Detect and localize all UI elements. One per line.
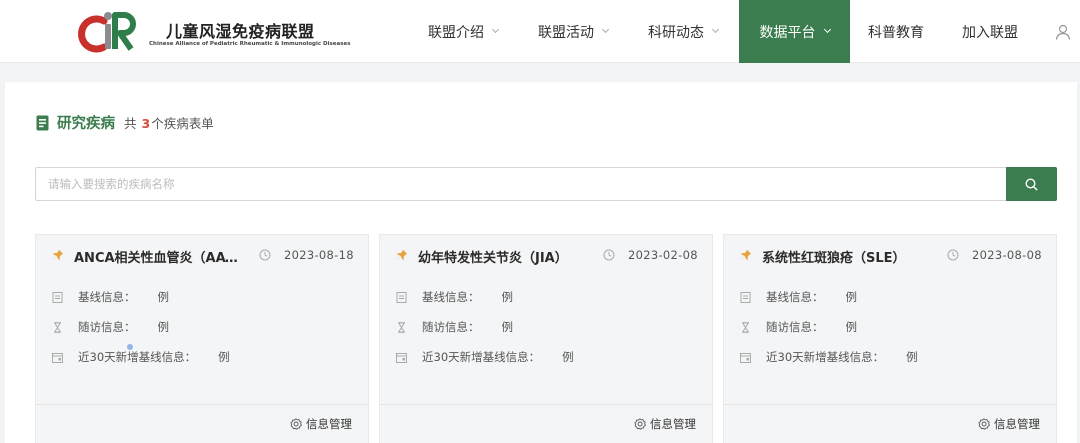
hourglass-icon bbox=[397, 321, 406, 333]
chevron-down-icon bbox=[711, 25, 720, 34]
manage-label: 信息管理 bbox=[994, 417, 1040, 431]
search-input[interactable] bbox=[36, 168, 1006, 200]
nav-item-label: 加入联盟 bbox=[962, 24, 1018, 41]
followup-row: 随访信息： 例 bbox=[396, 319, 513, 335]
row-unit: 例 bbox=[157, 320, 170, 334]
chevron-down-icon bbox=[823, 25, 831, 34]
gear-icon bbox=[634, 418, 646, 430]
card-footer: 信息管理 bbox=[380, 404, 712, 443]
chevron-down-icon bbox=[601, 25, 610, 34]
cir-logo[interactable] bbox=[78, 8, 138, 58]
card-title[interactable]: ANCA相关性血管炎（AAV） bbox=[74, 247, 244, 266]
chevron-down-icon bbox=[491, 25, 500, 34]
document-icon bbox=[52, 291, 63, 303]
nav-item-research-news[interactable]: 科研动态 bbox=[632, 0, 734, 63]
row-label: 随访信息： bbox=[422, 320, 480, 334]
card-date: 2023-08-08 bbox=[972, 248, 1042, 262]
card-date: 2023-02-08 bbox=[628, 248, 698, 262]
pin-icon bbox=[396, 249, 408, 261]
row-unit: 例 bbox=[501, 290, 514, 304]
calendar-icon bbox=[396, 352, 407, 363]
followup-row: 随访信息： 例 bbox=[52, 319, 169, 335]
card-title[interactable]: 幼年特发性关节炎（JIA） bbox=[418, 247, 568, 266]
nav-item-label: 联盟介绍 bbox=[428, 24, 484, 41]
cursor-dot bbox=[127, 344, 133, 350]
followup-row: 随访信息： 例 bbox=[740, 319, 857, 335]
search-icon bbox=[1025, 177, 1038, 191]
nav-item-data-platform[interactable]: 数据平台 bbox=[739, 0, 850, 63]
calendar-icon bbox=[52, 352, 63, 363]
row-unit: 例 bbox=[157, 290, 170, 304]
document-icon bbox=[740, 291, 751, 303]
search-button[interactable] bbox=[1006, 167, 1057, 201]
clock-icon bbox=[259, 249, 271, 261]
disease-card-aav: ANCA相关性血管炎（AAV） 2023-08-18 基线信息： 例 随访信息：… bbox=[35, 234, 369, 443]
nav-item-label: 数据平台 bbox=[759, 24, 816, 41]
user-icon[interactable] bbox=[1055, 24, 1071, 40]
manage-info-button[interactable]: 信息管理 bbox=[290, 416, 352, 432]
row-label: 基线信息： bbox=[78, 290, 136, 304]
brand-name-en: Chinese Alliance of Pediatric Rheumatic … bbox=[149, 41, 351, 47]
row-label: 随访信息： bbox=[78, 320, 136, 334]
pin-icon bbox=[52, 249, 64, 261]
nav-item-join-alliance[interactable]: 加入联盟 bbox=[950, 0, 1030, 63]
section-title: 研究疾病 bbox=[57, 116, 115, 132]
row-label: 近30天新增基线信息： bbox=[78, 350, 197, 364]
search-bar bbox=[35, 167, 1057, 201]
new-baseline-row: 近30天新增基线信息： 例 bbox=[52, 349, 230, 365]
row-unit: 例 bbox=[501, 320, 514, 334]
nav-item-label: 联盟活动 bbox=[538, 24, 594, 41]
manage-info-button[interactable]: 信息管理 bbox=[634, 416, 696, 432]
disease-count: 共 3个疾病表单 bbox=[124, 116, 214, 131]
manage-label: 信息管理 bbox=[650, 417, 696, 431]
row-label: 基线信息： bbox=[766, 290, 824, 304]
disease-card-sle: 系统性红斑狼疮（SLE） 2023-08-08 基线信息： 例 随访信息： 例 … bbox=[723, 234, 1057, 443]
row-label: 近30天新增基线信息： bbox=[422, 350, 541, 364]
clock-icon bbox=[947, 249, 959, 261]
nav-item-label: 科普教育 bbox=[868, 24, 924, 41]
gear-icon bbox=[290, 418, 302, 430]
baseline-row: 基线信息： 例 bbox=[52, 289, 169, 305]
row-unit: 例 bbox=[845, 290, 858, 304]
hourglass-icon bbox=[53, 321, 62, 333]
document-icon bbox=[396, 291, 407, 303]
hourglass-icon bbox=[741, 321, 750, 333]
manage-info-button[interactable]: 信息管理 bbox=[978, 416, 1040, 432]
row-label: 随访信息： bbox=[766, 320, 824, 334]
top-navbar: 儿童风湿免疫病联盟 Chinese Alliance of Pediatric … bbox=[0, 0, 1080, 63]
nav-item-alliance-activities[interactable]: 联盟活动 bbox=[522, 0, 624, 63]
manage-label: 信息管理 bbox=[306, 417, 352, 431]
row-unit: 例 bbox=[845, 320, 858, 334]
row-label: 近30天新增基线信息： bbox=[766, 350, 885, 364]
row-label: 基线信息： bbox=[422, 290, 480, 304]
new-baseline-row: 近30天新增基线信息： 例 bbox=[740, 349, 918, 365]
row-unit: 例 bbox=[218, 350, 230, 364]
calendar-icon bbox=[740, 352, 751, 363]
nav-item-science-education[interactable]: 科普教育 bbox=[856, 0, 936, 63]
baseline-row: 基线信息： 例 bbox=[740, 289, 857, 305]
pin-icon bbox=[740, 249, 752, 261]
gear-icon bbox=[978, 418, 990, 430]
form-icon bbox=[36, 115, 49, 130]
card-date: 2023-08-18 bbox=[284, 248, 354, 262]
row-unit: 例 bbox=[562, 350, 574, 364]
card-title[interactable]: 系统性红斑狼疮（SLE） bbox=[762, 247, 906, 266]
clock-icon bbox=[603, 249, 615, 261]
new-baseline-row: 近30天新增基线信息： 例 bbox=[396, 349, 574, 365]
row-unit: 例 bbox=[906, 350, 918, 364]
disease-card-jia: 幼年特发性关节炎（JIA） 2023-02-08 基线信息： 例 随访信息： 例… bbox=[379, 234, 713, 443]
brand-name-cn: 儿童风湿免疫病联盟 bbox=[166, 22, 315, 41]
nav-item-alliance-intro[interactable]: 联盟介绍 bbox=[412, 0, 514, 63]
section-header: 研究疾病 共 3个疾病表单 bbox=[36, 112, 214, 133]
baseline-row: 基线信息： 例 bbox=[396, 289, 513, 305]
card-footer: 信息管理 bbox=[36, 404, 368, 443]
card-footer: 信息管理 bbox=[724, 404, 1056, 443]
nav-item-label: 科研动态 bbox=[648, 24, 704, 41]
